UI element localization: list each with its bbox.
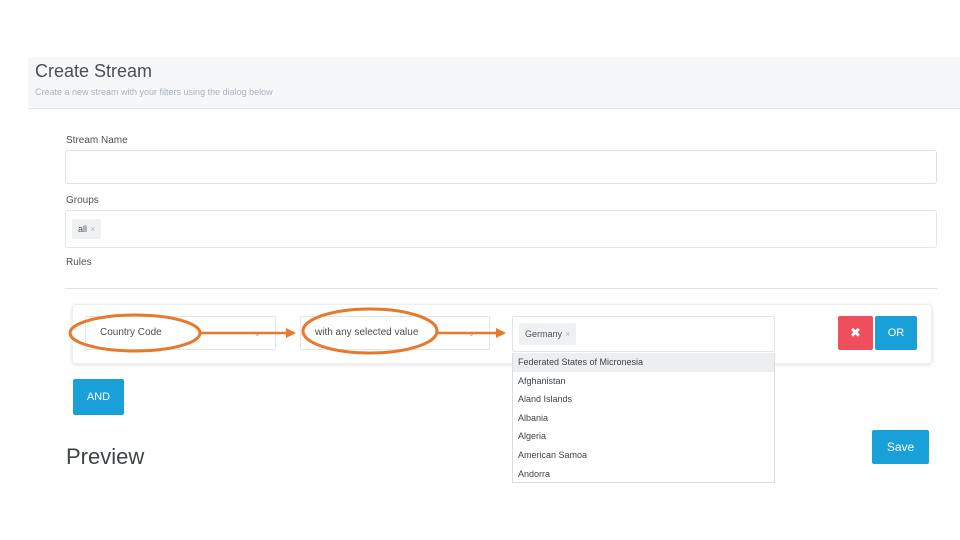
screen: Create Stream Create a new stream with y… xyxy=(0,0,960,540)
chevron-down-icon: ⌄ xyxy=(467,328,475,338)
or-button[interactable]: OR xyxy=(875,316,917,350)
operator-select[interactable]: with any selected value ⌄ xyxy=(300,316,490,350)
group-tag-label: all xyxy=(78,224,88,234)
chevron-down-icon: ⌄ xyxy=(253,328,261,338)
field-select-value: Country Code xyxy=(100,327,162,338)
stream-name-input[interactable] xyxy=(65,150,937,184)
close-icon: ✖ xyxy=(850,325,861,340)
remove-tag-icon[interactable]: × xyxy=(90,224,95,234)
value-multiselect[interactable]: Germany × xyxy=(512,316,775,352)
preview-subtitle xyxy=(66,476,366,484)
country-dropdown: Federated States of Micronesia Afghanist… xyxy=(512,353,775,483)
page-header: Create Stream Create a new stream with y… xyxy=(28,57,960,109)
value-tag[interactable]: Germany × xyxy=(519,323,577,345)
dropdown-option[interactable]: American Samoa xyxy=(513,446,774,465)
group-tag[interactable]: all × xyxy=(72,219,102,239)
dropdown-option[interactable]: Andorra xyxy=(513,465,774,482)
field-select[interactable]: Country Code ⌄ xyxy=(85,316,276,350)
bottom-whitespace xyxy=(0,484,960,540)
dropdown-option[interactable]: Federated States of Micronesia xyxy=(513,353,774,372)
groups-label: Groups xyxy=(66,195,99,206)
dropdown-option[interactable]: Algeria xyxy=(513,427,774,446)
dropdown-option[interactable]: Albania xyxy=(513,409,774,428)
delete-rule-button[interactable]: ✖ xyxy=(838,316,873,350)
and-button[interactable]: AND xyxy=(73,379,124,415)
rules-label: Rules xyxy=(66,257,92,268)
groups-field[interactable]: all × xyxy=(65,210,937,248)
rules-divider xyxy=(65,288,937,289)
preview-title: Preview xyxy=(66,444,145,469)
dropdown-option[interactable]: Afghanistan xyxy=(513,372,774,391)
dropdown-option[interactable]: Aland Islands xyxy=(513,390,774,409)
page-subtitle: Create a new stream with your filters us… xyxy=(35,87,273,97)
save-button[interactable]: Save xyxy=(872,430,929,464)
operator-select-value: with any selected value xyxy=(315,327,419,338)
remove-tag-icon[interactable]: × xyxy=(565,329,570,339)
value-tag-label: Germany xyxy=(525,329,563,339)
page-title: Create Stream xyxy=(35,61,153,81)
stream-name-label: Stream Name xyxy=(66,135,128,146)
